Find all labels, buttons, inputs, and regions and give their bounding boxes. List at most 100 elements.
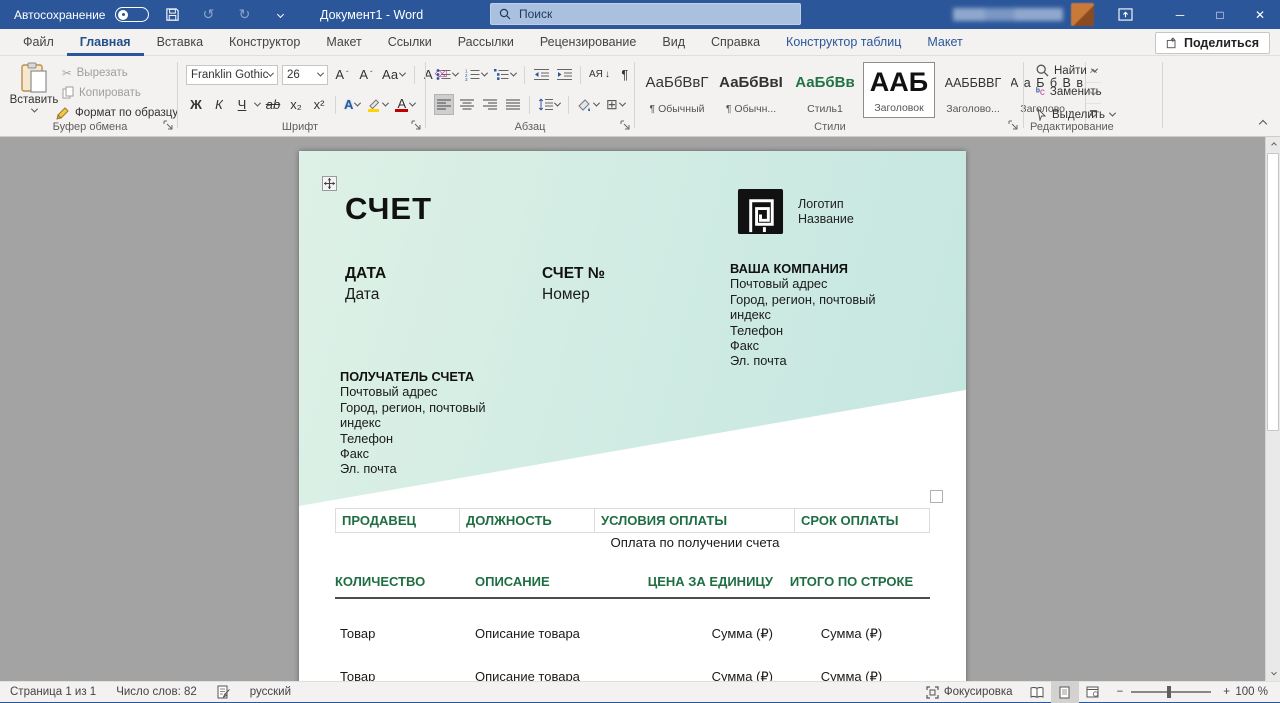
paragraph-dialog-launcher-icon[interactable] xyxy=(620,120,632,132)
sort-button[interactable]: АЯ↓ xyxy=(587,64,612,85)
word-count[interactable]: Число слов: 82 xyxy=(106,681,207,703)
tab-help[interactable]: Справка xyxy=(698,29,773,56)
save-icon[interactable] xyxy=(159,4,185,26)
read-mode-icon[interactable] xyxy=(1023,681,1051,703)
zoom-in-icon[interactable]: + xyxy=(1219,681,1234,703)
search-input[interactable] xyxy=(519,7,759,21)
focus-mode-button[interactable]: Фокусировка xyxy=(916,681,1023,703)
underline-button[interactable]: Ч xyxy=(232,94,252,115)
format-painter-button[interactable]: Формат по образцу xyxy=(56,106,178,120)
tab-layout[interactable]: Макет xyxy=(313,29,374,56)
date-field[interactable]: ДАТА Дата xyxy=(345,263,386,305)
numbered-list-button[interactable]: 123 xyxy=(463,64,489,85)
find-button[interactable]: Найти xyxy=(1036,64,1097,77)
show-paragraph-marks-button[interactable]: ¶ xyxy=(615,64,635,85)
autosave-toggle[interactable] xyxy=(115,7,149,22)
tab-home[interactable]: Главная xyxy=(67,29,144,56)
language-indicator[interactable]: русский xyxy=(240,681,301,703)
font-size-combo[interactable]: 26 xyxy=(282,65,328,85)
vertical-scrollbar[interactable] xyxy=(1265,137,1280,681)
select-button[interactable]: Выделить xyxy=(1036,108,1115,121)
increase-indent-button[interactable] xyxy=(554,64,574,85)
company-logo[interactable] xyxy=(737,188,784,235)
replace-button[interactable]: ᵇc Заменить xyxy=(1036,86,1102,98)
superscript-button[interactable]: x² xyxy=(309,94,329,115)
scroll-up-icon[interactable] xyxy=(1266,137,1280,152)
search-box[interactable] xyxy=(490,3,801,25)
invoice-info-table[interactable]: ПРОДАВЕЦ ДОЛЖНОСТЬ УСЛОВИЯ ОПЛАТЫ СРОК О… xyxy=(335,508,930,533)
web-layout-icon[interactable] xyxy=(1079,681,1107,703)
collapse-ribbon-icon[interactable] xyxy=(1260,116,1266,130)
table-move-handle-icon[interactable] xyxy=(322,176,337,191)
tab-mailings[interactable]: Рассылки xyxy=(445,29,527,56)
minimize-button[interactable]: ─ xyxy=(1160,0,1200,29)
tab-file[interactable]: Файл xyxy=(10,29,67,56)
logo-caption[interactable]: ЛоготипНазвание xyxy=(798,188,854,235)
style-no-spacing[interactable]: АаБбВвІ ¶ Обычн... xyxy=(715,62,787,118)
strikethrough-button[interactable]: ab xyxy=(263,94,283,115)
zoom-slider-thumb[interactable] xyxy=(1167,686,1171,698)
tab-view[interactable]: Вид xyxy=(649,29,698,56)
invoice-number-field[interactable]: СЧЕТ № Номер xyxy=(542,263,605,305)
tab-references[interactable]: Ссылки xyxy=(375,29,445,56)
text-effects-button[interactable]: А xyxy=(342,94,362,115)
styles-dialog-launcher-icon[interactable] xyxy=(1008,120,1020,132)
style-normal[interactable]: АаБбВвГ ¶ Обычный xyxy=(641,62,713,118)
share-button[interactable]: Поделиться xyxy=(1155,32,1270,54)
page-count[interactable]: Страница 1 из 1 xyxy=(0,681,106,703)
copy-button[interactable]: Копировать xyxy=(62,86,141,99)
font-dialog-launcher-icon[interactable] xyxy=(411,120,423,132)
line-spacing-button[interactable] xyxy=(536,94,562,115)
underline-chevron-icon[interactable] xyxy=(254,100,261,107)
scrollbar-thumb[interactable] xyxy=(1267,153,1279,431)
shading-button[interactable] xyxy=(575,94,601,115)
item-row[interactable]: Товар Описание товара Сумма (₽) Сумма (₽… xyxy=(335,626,930,642)
payment-terms-value[interactable]: Оплата по получении счета xyxy=(595,535,795,550)
justify-button[interactable] xyxy=(503,94,523,115)
invoice-items-table[interactable]: КОЛИЧЕСТВО ОПИСАНИЕ ЦЕНА ЗА ЕДИНИЦУ ИТОГ… xyxy=(335,574,930,681)
tab-design[interactable]: Конструктор xyxy=(216,29,313,56)
ribbon-display-options-icon[interactable] xyxy=(1108,0,1142,29)
style-style1[interactable]: АаБбВв Стиль1 xyxy=(789,62,861,118)
your-company-block[interactable]: ВАША КОМПАНИЯ Почтовый адрес Город, реги… xyxy=(730,261,912,369)
proofing-icon[interactable] xyxy=(207,681,240,703)
bold-button[interactable]: Ж xyxy=(186,94,206,115)
grow-font-button[interactable]: Аˆ xyxy=(332,64,352,85)
zoom-percentage[interactable]: 100 % xyxy=(1234,686,1280,698)
align-right-button[interactable] xyxy=(480,94,500,115)
font-color-button[interactable]: А xyxy=(393,94,417,115)
item-row[interactable]: Товар Описание товара Сумма (₽) Сумма (₽… xyxy=(335,669,930,681)
quick-access-chevron-icon[interactable] xyxy=(267,4,293,26)
style-heading1[interactable]: ААББВВГ Заголово... xyxy=(937,62,1009,118)
bullet-list-button[interactable] xyxy=(434,64,460,85)
maximize-button[interactable]: □ xyxy=(1200,0,1240,29)
tab-table-layout[interactable]: Макет xyxy=(914,29,975,56)
italic-button[interactable]: К xyxy=(209,94,229,115)
avatar[interactable] xyxy=(1071,3,1094,26)
print-layout-icon[interactable] xyxy=(1051,681,1079,703)
tab-table-design[interactable]: Конструктор таблиц xyxy=(773,29,914,56)
invoice-title[interactable]: СЧЕТ xyxy=(345,191,432,227)
borders-button[interactable]: ⊞ xyxy=(604,94,627,115)
tab-review[interactable]: Рецензирование xyxy=(527,29,650,56)
table-resize-handle[interactable] xyxy=(930,490,943,503)
align-left-button[interactable] xyxy=(434,94,454,115)
document-page[interactable]: СЧЕТ ЛоготипНазвание ДАТА Дата СЧЕТ № Но… xyxy=(299,151,966,681)
scroll-down-icon[interactable] xyxy=(1266,666,1280,681)
zoom-out-icon[interactable]: − xyxy=(1107,681,1124,703)
align-center-button[interactable] xyxy=(457,94,477,115)
decrease-indent-button[interactable] xyxy=(531,64,551,85)
clipboard-dialog-launcher-icon[interactable] xyxy=(163,120,175,132)
subscript-button[interactable]: x₂ xyxy=(286,94,306,115)
bill-to-block[interactable]: ПОЛУЧАТЕЛЬ СЧЕТА Почтовый адрес Город, р… xyxy=(340,369,515,477)
style-title[interactable]: ААБ Заголовок xyxy=(863,62,935,118)
highlight-button[interactable] xyxy=(365,94,390,115)
font-name-combo[interactable]: Franklin Gothic I xyxy=(186,65,278,85)
cut-button[interactable]: ✂ Вырезать xyxy=(62,66,128,80)
close-button[interactable]: ✕ xyxy=(1240,0,1280,29)
zoom-slider[interactable] xyxy=(1131,691,1211,693)
tab-insert[interactable]: Вставка xyxy=(144,29,216,56)
multilevel-list-button[interactable] xyxy=(492,64,518,85)
change-case-button[interactable]: Аа xyxy=(380,64,407,85)
shrink-font-button[interactable]: Аˇ xyxy=(356,64,376,85)
